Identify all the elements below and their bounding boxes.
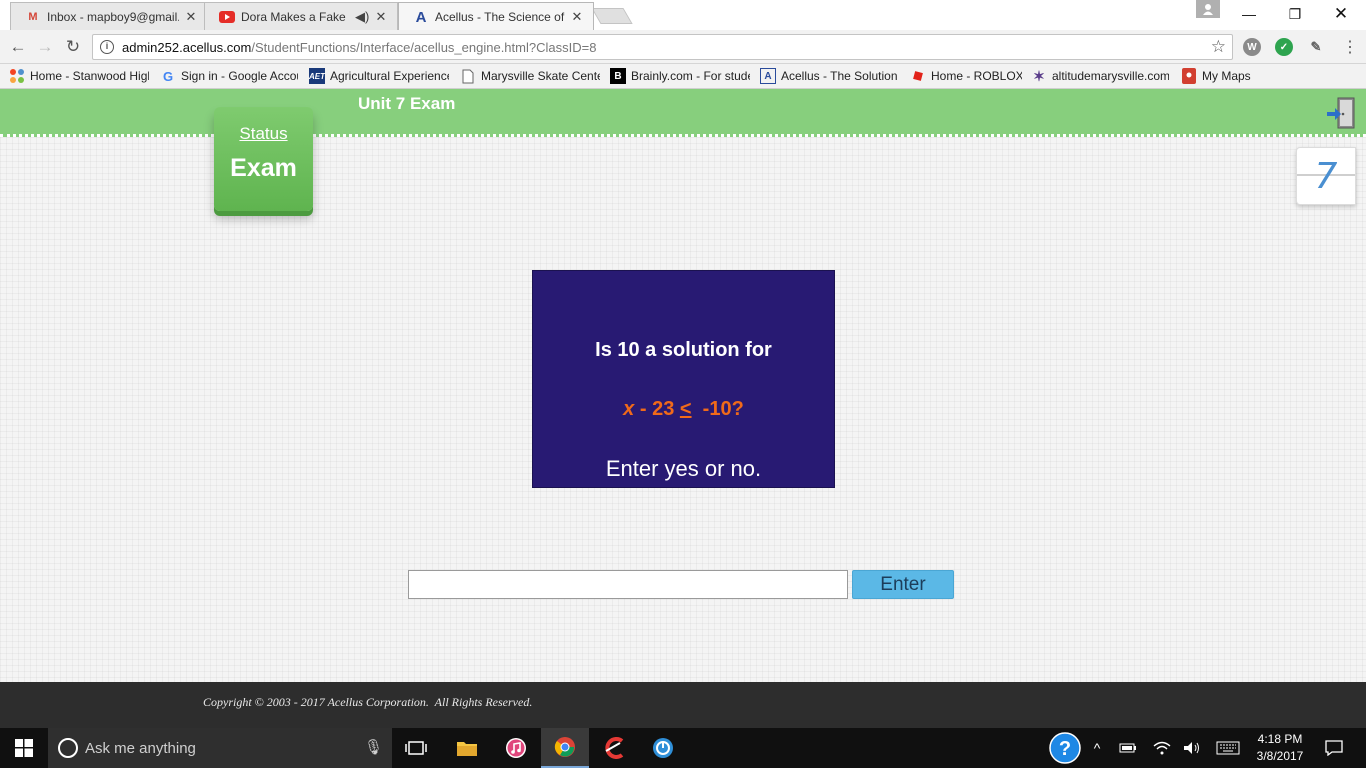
brainly-icon: B <box>610 68 626 84</box>
address-bar[interactable]: i admin252.acellus.com/StudentFunctions/… <box>92 34 1233 60</box>
tab-title: Dora Makes a Fake Lo... <box>241 10 349 24</box>
browser-tab-strip: M Inbox - mapboy9@gmail.com ✕ Dora Makes… <box>0 0 1366 30</box>
gmail-icon: M <box>28 11 38 23</box>
status-label: Status <box>239 124 288 143</box>
expression-variable: x <box>623 398 635 420</box>
youtube-icon <box>219 9 235 25</box>
forward-icon[interactable]: → <box>34 36 56 58</box>
svg-text:?: ? <box>1059 738 1071 760</box>
page-number-tab[interactable]: 7 <box>1296 147 1356 205</box>
cortana-search-box[interactable]: Ask me anything 🎙︎ <box>48 728 392 768</box>
extension-check-icon[interactable]: ✓ <box>1275 38 1293 56</box>
bookmarks-bar: Home - Stanwood High G Sign in - Google … <box>0 64 1366 89</box>
exit-door-icon[interactable] <box>1326 97 1356 129</box>
volume-icon[interactable] <box>1180 728 1204 768</box>
bookmark-acellus[interactable]: A Acellus - The Solution <box>760 67 900 85</box>
acellus-icon: A <box>415 8 427 26</box>
start-button[interactable] <box>0 728 48 768</box>
profile-icon[interactable] <box>1196 0 1220 18</box>
cortana-icon <box>58 738 78 758</box>
tab-title: Inbox - mapboy9@gmail.com <box>47 10 179 24</box>
expression-middle: - 23 <box>634 398 680 420</box>
close-tab-icon[interactable]: ✕ <box>375 9 387 25</box>
bookmark-altitude[interactable]: ✶ altitudemarysville.com <box>1031 67 1169 85</box>
copyright-text: Copyright © 2003 - 2017 Acellus Corporat… <box>203 695 533 709</box>
bookmark-star-icon[interactable]: ☆ <box>1211 37 1226 57</box>
close-window-button[interactable]: ✕ <box>1318 0 1364 28</box>
file-explorer-icon[interactable] <box>443 728 491 768</box>
new-tab-button[interactable] <box>591 8 633 24</box>
search-placeholder: Ask me anything <box>85 740 196 757</box>
windows-taskbar: Ask me anything 🎙︎ ? ^ 4:18 PM 3/8/2017 <box>0 728 1366 768</box>
itunes-icon[interactable] <box>492 728 540 768</box>
microphone-icon[interactable]: 🎙︎ <box>364 738 383 756</box>
close-tab-icon[interactable]: ✕ <box>185 9 197 25</box>
less-or-equal-symbol: < <box>679 398 692 420</box>
action-center-icon[interactable] <box>1320 728 1348 768</box>
expression-end: -10? <box>691 398 744 420</box>
clock-time: 4:18 PM <box>1257 732 1303 746</box>
aet-icon: AET <box>309 68 325 84</box>
altitude-icon: ✶ <box>1033 67 1045 84</box>
restore-button[interactable]: ❐ <box>1272 0 1318 28</box>
tab-acellus[interactable]: A Acellus - The Science of Learning ✕ <box>398 2 594 30</box>
back-icon[interactable]: ← <box>7 36 29 58</box>
help-icon[interactable]: ? <box>1048 728 1082 768</box>
question-instruction: Enter yes or no. <box>605 456 762 481</box>
extension-w-icon[interactable]: W <box>1243 38 1261 56</box>
chevron-up-icon[interactable]: ^ <box>1088 728 1106 768</box>
status-value: Exam <box>230 154 297 182</box>
system-clock[interactable]: 4:18 PM 3/8/2017 <box>1246 731 1314 765</box>
bookmark-my-maps[interactable]: My Maps <box>1181 67 1261 85</box>
page-icon <box>460 68 476 84</box>
app-icon[interactable] <box>639 728 687 768</box>
battery-icon[interactable] <box>1116 728 1140 768</box>
bookmark-roblox[interactable]: Home - ROBLOX <box>910 67 1022 85</box>
close-tab-icon[interactable]: ✕ <box>571 9 583 25</box>
clock-date: 3/8/2017 <box>1256 749 1304 763</box>
bookmark-agricultural[interactable]: AET Agricultural Experience <box>309 67 449 85</box>
page-number: 7 <box>1314 156 1338 197</box>
joomla-icon <box>9 68 25 84</box>
status-card: Status Exam <box>214 107 313 211</box>
extension-tool-icon[interactable]: ✎ <box>1307 38 1325 56</box>
wifi-icon[interactable] <box>1150 728 1174 768</box>
acellus-icon: A <box>760 68 776 84</box>
bookmark-stanwood[interactable]: Home - Stanwood High <box>9 67 149 85</box>
bookmark-skate-center[interactable]: Marysville Skate Center <box>460 67 600 85</box>
minimize-button[interactable]: — <box>1226 0 1272 28</box>
address-url[interactable]: admin252.acellus.com/StudentFunctions/In… <box>122 40 596 55</box>
bookmark-google[interactable]: G Sign in - Google Accounts <box>160 67 298 85</box>
windows-logo-icon <box>15 739 33 757</box>
page-footer: Copyright © 2003 - 2017 Acellus Corporat… <box>0 682 1366 728</box>
reload-icon[interactable]: ↻ <box>62 36 84 58</box>
tab-youtube[interactable]: Dora Makes a Fake Lo... ◀) ✕ <box>204 2 398 30</box>
roblox-icon <box>910 68 926 84</box>
exam-header-bar: Unit 7 Exam <box>0 89 1366 137</box>
keyboard-icon[interactable] <box>1213 728 1243 768</box>
ccleaner-icon[interactable] <box>590 728 638 768</box>
tab-gmail[interactable]: M Inbox - mapboy9@gmail.com ✕ <box>10 2 208 30</box>
question-expression: x - 23 < -10? <box>533 398 834 421</box>
browser-toolbar: ← → ↻ i admin252.acellus.com/StudentFunc… <box>0 30 1366 64</box>
chrome-icon[interactable] <box>541 728 589 768</box>
enter-button[interactable]: Enter <box>852 570 954 599</box>
question-line1: Is 10 a solution for <box>595 339 772 361</box>
google-icon: G <box>162 68 174 84</box>
question-panel: Is 10 a solution for x - 23 < -10? Enter… <box>532 270 835 488</box>
acellus-page: Unit 7 Exam Status Exam 7 Is 10 a soluti… <box>0 89 1366 682</box>
answer-input[interactable] <box>408 570 848 599</box>
speaker-icon[interactable]: ◀) <box>355 9 369 25</box>
task-view-icon[interactable] <box>392 728 440 768</box>
bookmark-brainly[interactable]: B Brainly.com - For students <box>610 67 750 85</box>
chrome-menu-icon[interactable]: ⋮ <box>1339 36 1361 58</box>
tab-title: Acellus - The Science of Learning <box>435 10 565 24</box>
maps-pin-icon <box>1181 68 1197 84</box>
info-icon[interactable]: i <box>100 40 114 54</box>
page-title: Unit 7 Exam <box>358 94 456 113</box>
